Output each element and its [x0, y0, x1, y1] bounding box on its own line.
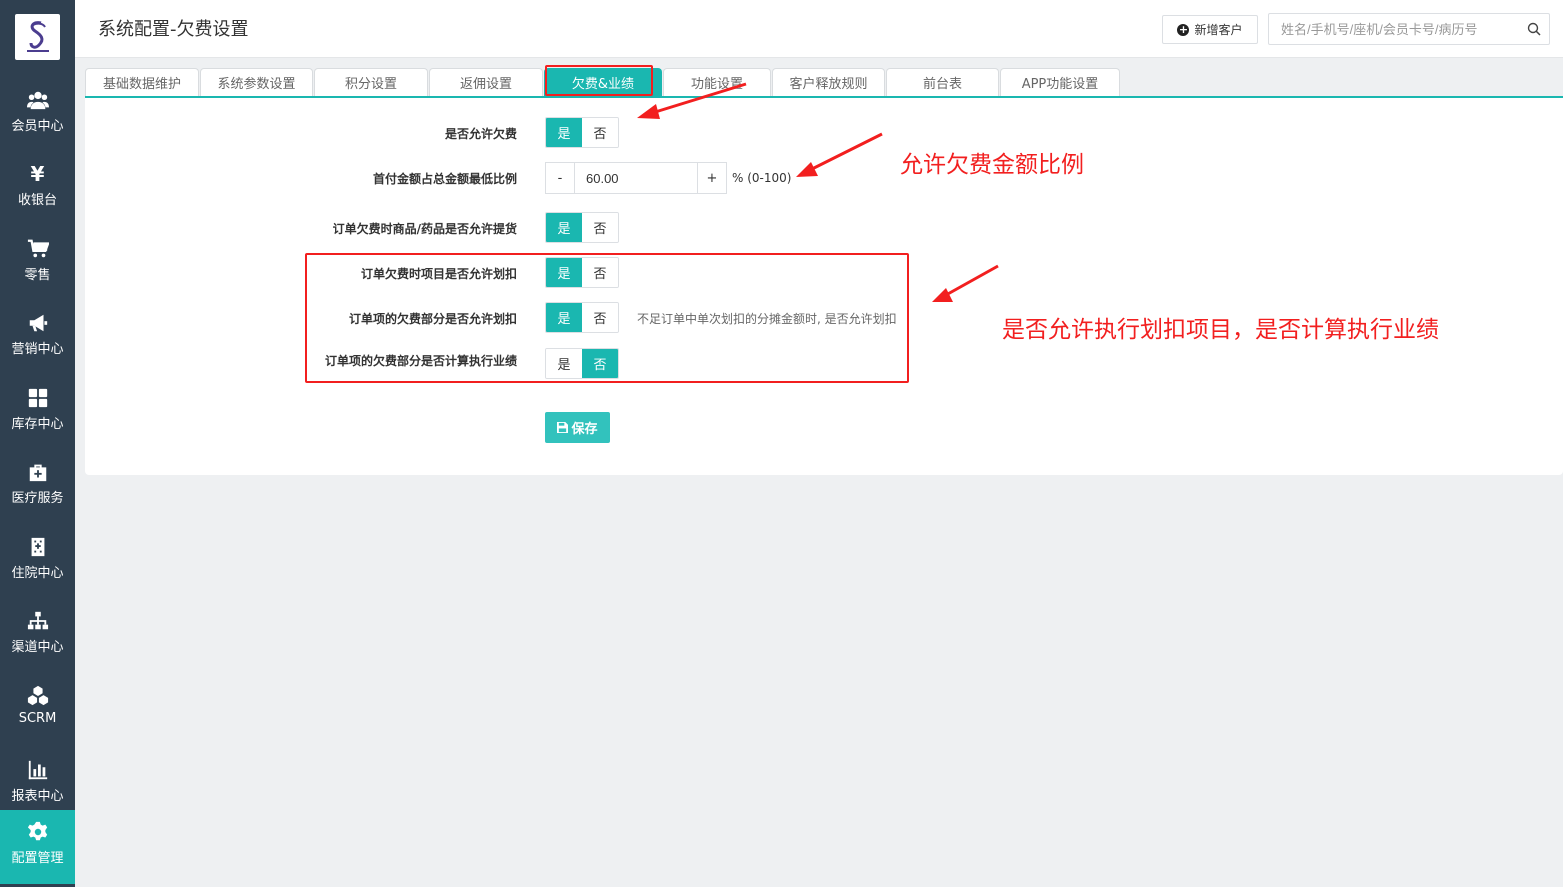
annotation-rows-highlight — [305, 253, 909, 383]
plus-circle-icon: + — [1177, 22, 1190, 36]
allow-pickup-toggle: 是 否 — [545, 212, 619, 243]
sidebar-item-label: 配置管理 — [11, 851, 64, 866]
bar-chart-icon — [26, 758, 50, 782]
page-title: 系统配置-欠费设置 — [98, 19, 249, 40]
min-ratio-input[interactable] — [575, 162, 697, 194]
tab-points[interactable]: 积分设置 — [314, 68, 428, 96]
annotation-tab-highlight — [545, 65, 653, 96]
sidebar: 会员中心 ¥ 收银台 零售 营销中心 库存中心 医疗服务 住院中心 渠道中心 S… — [0, 0, 75, 887]
sidebar-item-label: 零售 — [24, 268, 51, 283]
annotation-note-ratio: 允许欠费金额比例 — [900, 152, 1084, 178]
sidebar-item-cashier[interactable]: ¥ 收银台 — [0, 152, 75, 226]
tab-system-params[interactable]: 系统参数设置 — [200, 68, 313, 96]
allow-pickup-label: 订单欠费时商品/药品是否允许提货 — [332, 222, 517, 236]
sidebar-item-label: 会员中心 — [11, 119, 64, 134]
hospital-icon — [26, 535, 50, 559]
grid-icon — [26, 386, 50, 410]
allow-arrears-no[interactable]: 否 — [582, 118, 618, 147]
tab-bar: 基础数据维护 系统参数设置 积分设置 返佣设置 欠费&业绩 功能设置 客户释放规… — [85, 68, 1563, 98]
cubes-icon — [26, 684, 50, 708]
allow-arrears-label: 是否允许欠费 — [444, 127, 517, 141]
allow-arrears-toggle: 是 否 — [545, 117, 619, 148]
yen-icon: ¥ — [30, 162, 45, 186]
tab-customer-release[interactable]: 客户释放规则 — [772, 68, 885, 96]
sidebar-item-marketing[interactable]: 营销中心 — [0, 301, 75, 375]
tab-functions[interactable]: 功能设置 — [663, 68, 771, 96]
sidebar-item-channel[interactable]: 渠道中心 — [0, 599, 75, 673]
search-icon[interactable] — [1527, 22, 1541, 36]
megaphone-icon — [26, 311, 50, 335]
sidebar-item-scrm[interactable]: SCRM — [0, 674, 75, 748]
allow-pickup-yes[interactable]: 是 — [546, 213, 582, 242]
save-button[interactable]: 保存 — [545, 412, 610, 443]
logo[interactable] — [15, 14, 60, 60]
sidebar-item-label: 渠道中心 — [11, 640, 64, 655]
min-ratio-stepper: - + — [545, 162, 727, 194]
add-customer-button[interactable]: + 新增客户 — [1162, 15, 1258, 44]
floppy-icon — [557, 422, 569, 433]
min-ratio-label: 首付金额占总金额最低比例 — [372, 172, 517, 186]
tab-basic-data[interactable]: 基础数据维护 — [85, 68, 199, 96]
search-box — [1268, 13, 1550, 45]
search-input[interactable] — [1269, 14, 1519, 44]
sidebar-item-medical[interactable]: 医疗服务 — [0, 450, 75, 524]
increment-button[interactable]: + — [697, 162, 727, 194]
sidebar-item-inventory[interactable]: 库存中心 — [0, 376, 75, 450]
tab-app-functions[interactable]: APP功能设置 — [1000, 68, 1120, 96]
allow-pickup-no[interactable]: 否 — [582, 213, 618, 242]
tab-commission[interactable]: 返佣设置 — [429, 68, 543, 96]
sidebar-item-label: 医疗服务 — [11, 491, 64, 506]
sidebar-item-label: SCRM — [18, 711, 57, 726]
sidebar-item-label: 收银台 — [17, 193, 57, 208]
sidebar-item-label: 营销中心 — [11, 342, 64, 357]
allow-arrears-yes[interactable]: 是 — [546, 118, 582, 147]
cart-icon — [26, 237, 50, 261]
tab-front-desk[interactable]: 前台表 — [886, 68, 999, 96]
add-customer-label: 新增客户 — [1194, 23, 1243, 37]
sidebar-item-label: 报表中心 — [11, 789, 64, 804]
sidebar-item-config[interactable]: 配置管理 — [0, 810, 75, 884]
save-label: 保存 — [571, 422, 598, 437]
min-ratio-suffix: % (0-100) — [732, 171, 792, 185]
sidebar-item-label: 库存中心 — [11, 417, 64, 432]
gear-icon — [26, 820, 50, 844]
decrement-button[interactable]: - — [545, 162, 575, 194]
users-icon — [26, 88, 50, 112]
sidebar-item-retail[interactable]: 零售 — [0, 227, 75, 301]
sitemap-icon — [26, 609, 50, 633]
logo-icon — [26, 21, 49, 52]
sidebar-item-member-center[interactable]: 会员中心 — [0, 78, 75, 152]
medkit-icon — [26, 460, 50, 484]
top-header: 系统配置-欠费设置 + 新增客户 — [75, 0, 1563, 58]
annotation-note-deduct: 是否允许执行划扣项目，是否计算执行业绩 — [1002, 317, 1439, 343]
sidebar-item-label: 住院中心 — [11, 566, 64, 581]
sidebar-item-inpatient[interactable]: 住院中心 — [0, 525, 75, 599]
